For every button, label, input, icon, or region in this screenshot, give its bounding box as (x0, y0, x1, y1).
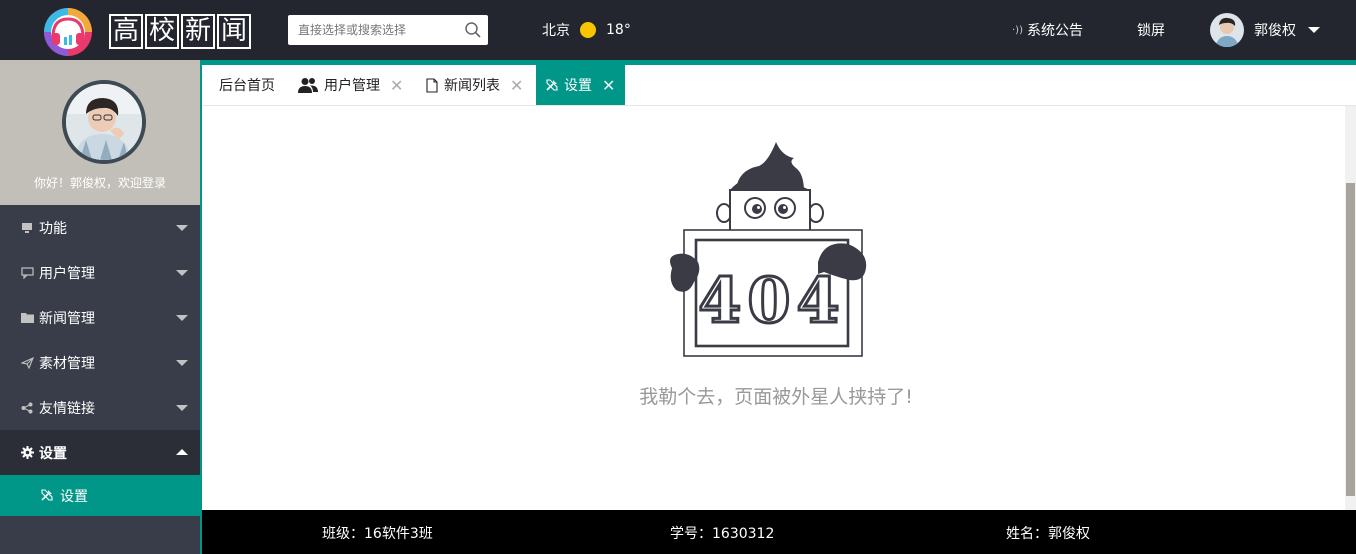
scrollbar[interactable] (1345, 106, 1356, 510)
main-content: 404 我勒个去，页面被外星人挟持了! (202, 106, 1345, 510)
tab-news-list[interactable]: 新闻列表 ✕ (426, 65, 523, 105)
tab-label: 设置 (564, 78, 592, 94)
tab-settings[interactable]: 设置 ✕ (536, 65, 626, 105)
tools-icon (546, 79, 558, 91)
folder-icon (20, 311, 34, 325)
chevron-down-icon (176, 270, 188, 276)
sidebar-subitem-settings[interactable]: 设置 (0, 475, 200, 516)
users-icon (298, 77, 318, 93)
sun-icon (580, 22, 596, 38)
monitor-icon (20, 221, 34, 235)
footer-name: 姓名：郭俊权 (1006, 526, 1090, 542)
sidebar-subitem-label: 设置 (60, 488, 88, 505)
sidebar-item-functions[interactable]: 功能 (0, 205, 200, 250)
sidebar-item-label: 用户管理 (39, 265, 95, 282)
lock-screen-button[interactable]: 锁屏 (1137, 0, 1165, 60)
weather-widget: 北京 18° (542, 0, 631, 60)
logo-icon[interactable] (40, 7, 96, 57)
sidebar-item-label: 友情链接 (39, 400, 95, 417)
error-404-illustration: 404 (670, 142, 867, 357)
top-header: 高 校 新 闻 北京 18° ·)) 系统公告 锁屏 郭俊权 (0, 0, 1356, 60)
search-icon[interactable] (464, 21, 482, 39)
close-icon[interactable]: ✕ (390, 76, 403, 95)
error-code-text: 404 (698, 264, 845, 337)
weather-temp: 18° (606, 22, 631, 38)
broadcast-icon: ·)) (1012, 24, 1023, 36)
tools-icon (41, 489, 54, 502)
avatar (1210, 13, 1244, 47)
sidebar-item-label: 设置 (39, 445, 67, 462)
sidebar-item-friend-links[interactable]: 友情链接 (0, 385, 200, 430)
tab-label: 新闻列表 (444, 78, 500, 94)
chevron-down-icon (176, 405, 188, 411)
sidebar-item-settings[interactable]: 设置 (0, 430, 200, 475)
paper-plane-icon (20, 356, 34, 370)
tab-bar: 后台首页 用户管理 ✕ 新闻列表 ✕ 设置 ✕ (202, 60, 1356, 106)
chevron-down-icon (176, 225, 188, 231)
site-title-char: 新 (181, 14, 216, 49)
footer: 班级：16软件3班 学号：1630312 姓名：郭俊权 (202, 510, 1356, 554)
chevron-up-icon (176, 449, 188, 455)
gear-icon (20, 446, 34, 460)
scrollbar-thumb[interactable] (1346, 183, 1355, 496)
tab-label: 用户管理 (324, 78, 380, 94)
site-title: 高 校 新 闻 (106, 13, 254, 50)
sidebar-item-user-management[interactable]: 用户管理 (0, 250, 200, 295)
close-icon[interactable]: ✕ (510, 76, 523, 95)
sidebar-menu: 功能 用户管理 新闻管理 素材管理 友情链接 设置 设置 (0, 205, 200, 554)
tab-user-management[interactable]: 用户管理 ✕ (298, 65, 403, 105)
tab-home[interactable]: 后台首页 (219, 65, 275, 105)
error-message: 我勒个去，页面被外星人挟持了! (639, 386, 913, 408)
system-notice-label: 系统公告 (1026, 23, 1083, 39)
user-menu[interactable]: 郭俊权 (1210, 0, 1320, 60)
site-title-char: 闻 (217, 14, 252, 49)
tab-label: 后台首页 (219, 78, 275, 94)
sidebar-item-label: 新闻管理 (39, 310, 95, 327)
share-icon (20, 401, 34, 415)
user-profile-panel: 你好！郭俊权，欢迎登录 (0, 60, 200, 205)
weather-city: 北京 (542, 23, 570, 39)
search-input[interactable] (288, 15, 456, 45)
chevron-down-icon (176, 315, 188, 321)
welcome-message: 你好！郭俊权，欢迎登录 (33, 176, 166, 190)
search-box (288, 15, 488, 45)
user-name: 郭俊权 (1254, 23, 1296, 39)
footer-student-id: 学号：1630312 (670, 526, 775, 542)
footer-class: 班级：16软件3班 (322, 526, 433, 542)
sidebar-item-label: 素材管理 (39, 355, 95, 372)
sidebar-item-label: 功能 (39, 220, 67, 237)
close-icon[interactable]: ✕ (602, 76, 615, 95)
site-title-char: 高 (109, 14, 144, 49)
chevron-down-icon (1308, 27, 1320, 33)
system-notice-button[interactable]: ·)) 系统公告 (1012, 0, 1083, 60)
site-title-char: 校 (145, 14, 180, 49)
document-icon (426, 77, 438, 93)
avatar[interactable] (62, 80, 146, 164)
chat-icon (20, 266, 34, 280)
chevron-down-icon (176, 360, 188, 366)
sidebar-item-news-management[interactable]: 新闻管理 (0, 295, 200, 340)
lock-screen-label: 锁屏 (1137, 23, 1165, 39)
sidebar-item-material-management[interactable]: 素材管理 (0, 340, 200, 385)
